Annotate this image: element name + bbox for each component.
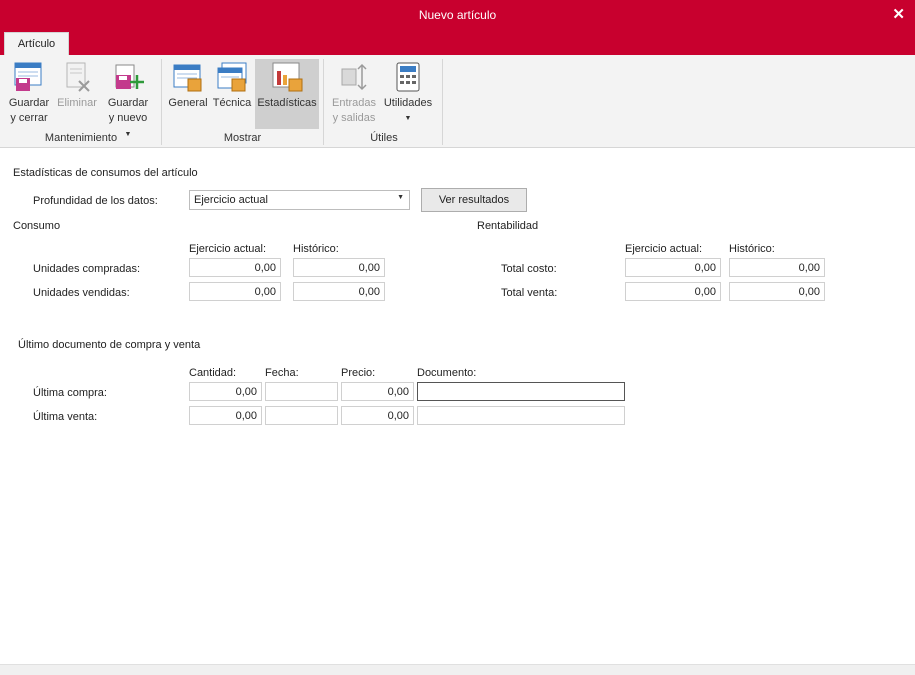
close-icon[interactable]: ✕ (892, 5, 905, 23)
ultima-venta-label: Última venta: (33, 411, 98, 423)
group-label-utiles: Útiles (370, 132, 398, 144)
entradas-salidas-label-2: y salidas (332, 112, 376, 124)
general-button[interactable]: General (166, 59, 210, 111)
save-new-label-text: y nuevo (108, 112, 148, 124)
unidades-compradas-history-field[interactable]: 0,00 (293, 258, 385, 277)
col-fecha: Fecha: (265, 367, 299, 379)
unidades-compradas-current-field[interactable]: 0,00 (189, 258, 281, 277)
tecnica-label: Técnica (212, 97, 252, 109)
entradas-salidas-button[interactable]: Entradas y salidas (329, 59, 379, 126)
ultima-venta-documento-field[interactable] (417, 406, 625, 425)
group-separator (442, 59, 443, 145)
consumo-col-current: Ejercicio actual: (189, 243, 267, 255)
delete-label: Eliminar (57, 97, 97, 109)
general-label: General (168, 97, 208, 109)
utilidades-button[interactable]: Utilidades ▼ (380, 59, 436, 126)
total-costo-label: Total costo: (501, 263, 557, 275)
tab-articulo[interactable]: Artículo (4, 32, 69, 55)
title-bar: Nuevo artículo ✕ (0, 0, 915, 31)
ultima-compra-cantidad-field[interactable]: 0,00 (189, 382, 262, 401)
ultima-compra-fecha-field[interactable] (265, 382, 338, 401)
ultima-venta-fecha-field[interactable] (265, 406, 338, 425)
total-costo-current-field[interactable]: 0,00 (625, 258, 721, 277)
estadisticas-label: Estadísticas (257, 97, 317, 109)
chevron-down-icon: ▼ (404, 115, 412, 122)
window-title: Nuevo artículo (418, 8, 497, 22)
save-new-label-1: Guardar (107, 97, 149, 109)
save-close-label-2: y cerrar (10, 112, 48, 124)
estadisticas-button[interactable]: Estadísticas (255, 59, 319, 129)
total-costo-history-field[interactable]: 0,00 (729, 258, 825, 277)
tecnica-icon (217, 62, 247, 92)
group-label-mostrar: Mostrar (223, 132, 262, 144)
calculator-icon (396, 62, 420, 92)
unidades-vendidas-label: Unidades vendidas: (33, 287, 130, 299)
entradas-salidas-label-1: Entradas (331, 97, 377, 109)
total-venta-current-field[interactable]: 0,00 (625, 282, 721, 301)
group-separator (161, 59, 162, 145)
ultima-compra-precio-field[interactable]: 0,00 (341, 382, 414, 401)
general-icon (173, 64, 202, 92)
ultimo-documento-heading: Último documento de compra y venta (18, 339, 201, 351)
unidades-vendidas-current-field[interactable]: 0,00 (189, 282, 281, 301)
rentabilidad-col-current: Ejercicio actual: (625, 243, 703, 255)
chevron-down-icon[interactable]: ▼ (397, 194, 404, 201)
ultima-venta-cantidad-field[interactable]: 0,00 (189, 406, 262, 425)
delete-button[interactable]: Eliminar (54, 59, 100, 111)
utilidades-label: Utilidades (383, 97, 433, 109)
unidades-vendidas-history-field[interactable]: 0,00 (293, 282, 385, 301)
save-close-label-1: Guardar (8, 97, 50, 109)
depth-select-value: Ejercicio actual (194, 194, 268, 206)
save-close-icon (14, 62, 42, 91)
group-label-mantenimiento: Mantenimiento (44, 132, 118, 144)
ribbon: Guardar y cerrar Eliminar Guardar y nuev… (0, 55, 915, 148)
ver-resultados-button[interactable]: Ver resultados (421, 188, 527, 212)
estadisticas-icon (272, 62, 303, 92)
col-cantidad: Cantidad: (189, 367, 237, 379)
unidades-compradas-label: Unidades compradas: (33, 263, 141, 275)
status-bar (0, 664, 915, 675)
depth-select[interactable]: Ejercicio actual ▼ (189, 190, 410, 210)
save-new-icon (115, 64, 144, 89)
col-precio: Precio: (341, 367, 376, 379)
main-content: Estadísticas de consumos del artículo Pr… (0, 149, 915, 664)
ribbon-tab-bar: Artículo (0, 31, 915, 55)
save-new-button[interactable]: Guardar y nuevo ▼ (104, 59, 152, 142)
delete-icon (66, 62, 90, 92)
ultima-compra-documento-field[interactable] (417, 382, 625, 401)
group-separator (323, 59, 324, 145)
depth-label: Profundidad de los datos: (33, 195, 158, 207)
tecnica-button[interactable]: Técnica (211, 59, 253, 111)
rentabilidad-heading: Rentabilidad (477, 220, 539, 232)
save-close-button[interactable]: Guardar y cerrar (6, 59, 52, 126)
total-venta-label: Total venta: (501, 287, 558, 299)
rentabilidad-col-history: Histórico: (729, 243, 775, 255)
consumo-col-history: Histórico: (293, 243, 339, 255)
entradas-salidas-icon (341, 63, 367, 91)
ultima-venta-precio-field[interactable]: 0,00 (341, 406, 414, 425)
col-documento: Documento: (417, 367, 477, 379)
consumo-heading: Consumo (13, 220, 61, 232)
total-venta-history-field[interactable]: 0,00 (729, 282, 825, 301)
stats-heading: Estadísticas de consumos del artículo (13, 167, 198, 179)
ultima-compra-label: Última compra: (33, 387, 107, 399)
